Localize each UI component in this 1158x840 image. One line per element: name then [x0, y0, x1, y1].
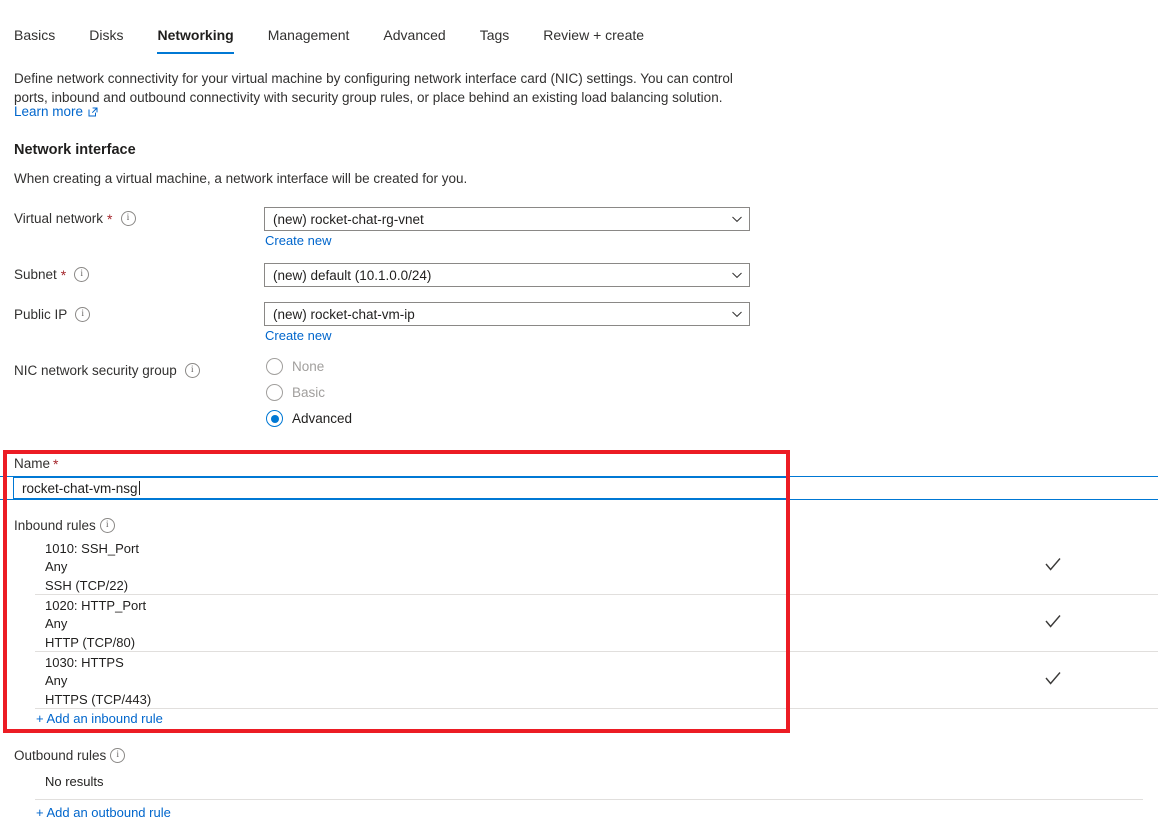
nsg-name-value: rocket-chat-vm-nsg: [22, 480, 138, 496]
nic-nsg-option-none[interactable]: None: [266, 358, 324, 375]
tab-disks[interactable]: Disks: [72, 26, 140, 54]
nic-nsg-label: NIC network security group: [14, 363, 200, 378]
table-row[interactable]: 1010: SSH_Port Any SSH (TCP/22): [35, 538, 1158, 595]
label-text: Outbound rules: [14, 748, 107, 763]
outbound-rules-empty-row: No results: [35, 768, 1143, 800]
tab-review-create[interactable]: Review + create: [526, 26, 661, 54]
tab-label: Tags: [479, 27, 510, 43]
required-asterisk: *: [60, 266, 67, 283]
subnet-label: Subnet *: [14, 266, 90, 283]
info-icon[interactable]: [184, 363, 200, 378]
rule-source: Any: [45, 559, 68, 575]
chevron-down-icon: [731, 269, 743, 281]
add-inbound-rule-link[interactable]: + Add an inbound rule: [36, 711, 163, 726]
virtual-network-value: (new) rocket-chat-rg-vnet: [273, 211, 424, 227]
nic-nsg-option-basic[interactable]: Basic: [266, 384, 325, 401]
radio-indicator: [266, 358, 283, 375]
tab-advanced[interactable]: Advanced: [366, 26, 462, 54]
label-text: Subnet: [14, 267, 57, 282]
rule-source: Any: [45, 673, 68, 689]
radio-indicator-selected: [266, 410, 283, 427]
public-ip-value: (new) rocket-chat-vm-ip: [273, 306, 415, 322]
tab-management[interactable]: Management: [251, 26, 367, 54]
wizard-tabs: Basics Disks Networking Management Advan…: [14, 26, 661, 54]
table-row[interactable]: 1020: HTTP_Port Any HTTP (TCP/80): [35, 595, 1158, 652]
rule-details: 1020: HTTP_Port Any HTTP (TCP/80): [45, 597, 146, 652]
focus-underline-bottom: [0, 499, 1158, 500]
public-ip-label: Public IP: [14, 307, 91, 322]
checkmark-icon: [1043, 555, 1063, 575]
nic-nsg-option-advanced[interactable]: Advanced: [266, 410, 352, 427]
label-text: NIC network security group: [14, 363, 177, 378]
tab-tags[interactable]: Tags: [463, 26, 527, 54]
chevron-down-icon: [731, 308, 743, 320]
rule-details: 1030: HTTPS Any HTTPS (TCP/443): [45, 654, 151, 709]
tab-label: Disks: [89, 27, 124, 43]
radio-label: None: [292, 359, 325, 374]
virtual-network-select[interactable]: (new) rocket-chat-rg-vnet: [264, 207, 750, 231]
tab-label: Networking: [157, 27, 234, 43]
nsg-name-label: Name *: [14, 456, 58, 471]
rule-details: 1010: SSH_Port Any SSH (TCP/22): [45, 540, 139, 595]
add-outbound-rule-link[interactable]: + Add an outbound rule: [36, 805, 171, 820]
info-icon[interactable]: [74, 267, 90, 282]
tab-networking[interactable]: Networking: [140, 26, 250, 54]
nsg-name-input[interactable]: rocket-chat-vm-nsg: [13, 477, 788, 499]
public-ip-create-new-link[interactable]: Create new: [265, 328, 331, 343]
rule-port: HTTPS (TCP/443): [45, 691, 152, 707]
tab-basics[interactable]: Basics: [14, 26, 72, 54]
radio-label: Basic: [292, 385, 326, 400]
network-interface-heading: Network interface: [14, 142, 136, 158]
required-asterisk: *: [53, 455, 59, 472]
no-results-text: No results: [45, 774, 104, 789]
rule-port: SSH (TCP/22): [45, 577, 129, 593]
table-row[interactable]: 1030: HTTPS Any HTTPS (TCP/443): [35, 652, 1158, 709]
network-interface-subtext: When creating a virtual machine, a netwo…: [14, 171, 468, 186]
inbound-rules-table: 1010: SSH_Port Any SSH (TCP/22) 1020: HT…: [0, 538, 1158, 709]
tab-label: Management: [267, 27, 350, 43]
subnet-select[interactable]: (new) default (10.1.0.0/24): [264, 263, 750, 287]
checkmark-icon: [1043, 669, 1063, 689]
label-text: Inbound rules: [14, 518, 96, 533]
label-text: Public IP: [14, 307, 68, 322]
public-ip-select[interactable]: (new) rocket-chat-vm-ip: [264, 302, 750, 326]
info-icon[interactable]: [120, 211, 136, 226]
checkmark-icon: [1043, 612, 1063, 632]
chevron-down-icon: [731, 213, 743, 225]
virtual-network-create-new-link[interactable]: Create new: [265, 233, 331, 248]
rule-priority-name: 1020: HTTP_Port: [45, 598, 147, 613]
rule-priority-name: 1010: SSH_Port: [45, 541, 139, 556]
tab-label: Basics: [14, 27, 56, 43]
rule-priority-name: 1030: HTTPS: [45, 655, 124, 670]
page-description: Define network connectivity for your vir…: [14, 71, 733, 105]
info-icon[interactable]: [110, 748, 126, 763]
required-asterisk: *: [107, 210, 113, 227]
label-text: Virtual network: [14, 211, 104, 226]
info-icon[interactable]: [75, 307, 91, 322]
learn-more-label: Learn more: [14, 104, 84, 119]
tab-label: Advanced: [383, 27, 446, 43]
label-text: Name: [14, 456, 51, 471]
tab-label: Review + create: [543, 27, 645, 43]
radio-label: Advanced: [292, 411, 353, 426]
info-icon[interactable]: [99, 518, 115, 533]
radio-indicator: [266, 384, 283, 401]
rule-port: HTTP (TCP/80): [45, 634, 136, 650]
text-caret: [138, 481, 140, 495]
learn-more-link[interactable]: Learn more: [14, 104, 98, 119]
outbound-rules-label: Outbound rules: [14, 748, 126, 763]
rule-source: Any: [45, 616, 68, 632]
external-link-icon: [88, 107, 98, 117]
subnet-value: (new) default (10.1.0.0/24): [273, 267, 432, 283]
inbound-rules-label: Inbound rules: [14, 518, 115, 533]
virtual-network-label: Virtual network *: [14, 211, 136, 226]
